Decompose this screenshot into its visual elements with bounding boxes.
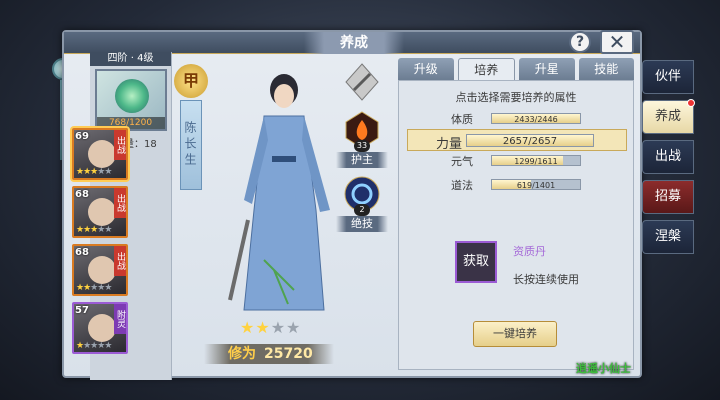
side-menu: 伙伴养成出战招募涅槃 bbox=[642, 60, 695, 260]
get-item-button[interactable]: 获取 bbox=[455, 241, 497, 283]
partner-stars: ★★★★★ bbox=[76, 341, 112, 351]
partner-stars: ★★★★★ bbox=[76, 283, 112, 293]
hero-name: 陈长生 bbox=[180, 100, 202, 190]
partner-level: 69 bbox=[75, 131, 89, 142]
attribute-row[interactable]: 道法 619/1401 bbox=[407, 177, 627, 193]
notification-dot bbox=[687, 99, 695, 107]
tab-bar: 升级 培养 升星 技能 bbox=[398, 58, 634, 80]
flame-icon: 33 bbox=[342, 110, 382, 152]
tab-1[interactable]: 培养 bbox=[457, 58, 515, 80]
side-menu-item[interactable]: 伙伴 bbox=[642, 60, 694, 94]
hero-portrait bbox=[228, 74, 330, 311]
partner-avatar bbox=[88, 140, 116, 168]
partner-avatar bbox=[88, 314, 116, 342]
side-menu-label: 涅槃 bbox=[654, 229, 681, 244]
close-button[interactable]: ✕ bbox=[600, 30, 634, 54]
window-title: 养成 bbox=[304, 32, 404, 54]
power-display: 修为 25720 bbox=[204, 344, 334, 364]
partner-level: 68 bbox=[75, 247, 89, 258]
skill-level: 2 bbox=[354, 204, 370, 216]
attribute-panel: 点击选择需要培养的属性 获取 资质丹 长按连续使用 一键培养 体质 2433/24… bbox=[398, 80, 634, 370]
partner-avatar bbox=[88, 198, 116, 226]
side-menu-item[interactable]: 养成 bbox=[642, 99, 695, 134]
side-menu-label: 出战 bbox=[654, 149, 681, 164]
partner-card[interactable]: 69 出战 ★★★★★ bbox=[72, 128, 128, 180]
attribute-name: 元气 bbox=[451, 155, 473, 168]
gear-slot[interactable]: 768/1200 bbox=[94, 69, 167, 131]
spiral-icon: 2 bbox=[342, 174, 382, 216]
jade-gear-icon bbox=[114, 79, 149, 113]
partner-status-tag: 出战 bbox=[114, 130, 126, 160]
partner-status-tag: 出战 bbox=[114, 246, 126, 276]
attribute-value: 2433/2446 bbox=[514, 115, 558, 124]
gear-header: 四阶 · 4级 bbox=[90, 52, 171, 66]
partner-stars: ★★★★★ bbox=[76, 167, 112, 177]
attribute-bar: 1299/1611 bbox=[491, 155, 581, 166]
attribute-value: 619/1401 bbox=[516, 181, 556, 190]
skill-slot[interactable]: 2 绝技 bbox=[336, 174, 388, 232]
skill-label: 绝技 bbox=[336, 216, 388, 232]
attribute-row[interactable]: 体质 2433/2446 bbox=[407, 111, 627, 127]
skill-slot[interactable] bbox=[336, 62, 388, 110]
hero-stars: ★★★★ bbox=[240, 318, 302, 337]
attribute-bar: 2433/2446 bbox=[491, 113, 581, 124]
attribute-bar: 619/1401 bbox=[491, 179, 581, 190]
training-hint: 点击选择需要培养的属性 bbox=[455, 91, 577, 104]
one-click-train-button[interactable]: 一键培养 bbox=[473, 321, 557, 347]
partner-card[interactable]: 68 出战 ★★★★★ bbox=[72, 186, 128, 238]
skill-slot[interactable]: 33 护主 bbox=[336, 110, 388, 168]
side-menu-item[interactable]: 招募 bbox=[642, 180, 694, 214]
skill-column: 33 护主 2 绝技 bbox=[336, 62, 388, 238]
attribute-name: 道法 bbox=[451, 179, 473, 192]
help-button[interactable]: ? bbox=[569, 31, 591, 53]
partner-level: 57 bbox=[75, 305, 89, 316]
training-panel: 养成 ? ✕ 四阶 · 4级 768/1200 伙伴数量：18 69出战★★★★… bbox=[62, 30, 642, 380]
attribute-bar: 2657/2657 bbox=[466, 134, 594, 147]
sword-icon bbox=[342, 62, 382, 102]
partner-card[interactable]: 57 附灵 ★★★★★ bbox=[72, 302, 128, 354]
attribute-name: 力量 bbox=[436, 137, 463, 152]
rank-badge: 甲 bbox=[174, 64, 208, 98]
attribute-row[interactable]: 元气 1299/1611 bbox=[407, 153, 627, 169]
partner-status-tag: 出战 bbox=[114, 188, 126, 218]
partner-level: 68 bbox=[75, 189, 89, 200]
partner-avatar bbox=[88, 256, 116, 284]
item-note: 长按连续使用 bbox=[513, 273, 579, 286]
partner-list: 69 出战 ★★★★★ 68 出战 ★★★★★ 68 出战 ★★★★★ 57 附灵 ★★★★★ bbox=[72, 128, 128, 360]
attribute-name: 体质 bbox=[451, 113, 473, 126]
partner-stars: ★★★★★ bbox=[76, 225, 112, 235]
attribute-row[interactable]: 力量 2657/2657 bbox=[407, 129, 627, 152]
tab-2[interactable]: 升星 bbox=[519, 58, 575, 80]
partner-card[interactable]: 68 出战 ★★★★★ bbox=[72, 244, 128, 296]
skill-label: 护主 bbox=[336, 152, 388, 168]
power-value: 25720 bbox=[264, 346, 313, 362]
power-label: 修为 bbox=[228, 346, 256, 362]
title-bar: 养成 ? ✕ bbox=[64, 30, 640, 54]
attribute-value: 1299/1611 bbox=[514, 157, 558, 166]
tab-0[interactable]: 升级 bbox=[398, 58, 454, 80]
watermark: 逍遥小仙士 bbox=[576, 362, 631, 375]
side-menu-label: 招募 bbox=[654, 189, 681, 204]
partner-status-tag: 附灵 bbox=[114, 304, 126, 334]
attribute-value: 2657/2657 bbox=[502, 136, 558, 147]
tab-3[interactable]: 技能 bbox=[578, 58, 634, 80]
side-menu-item[interactable]: 出战 bbox=[642, 140, 694, 174]
item-name: 资质丹 bbox=[513, 245, 546, 258]
skill-level: 33 bbox=[354, 140, 370, 152]
side-menu-item[interactable]: 涅槃 bbox=[642, 220, 694, 254]
side-menu-label: 养成 bbox=[654, 109, 681, 124]
side-menu-label: 伙伴 bbox=[654, 69, 681, 84]
